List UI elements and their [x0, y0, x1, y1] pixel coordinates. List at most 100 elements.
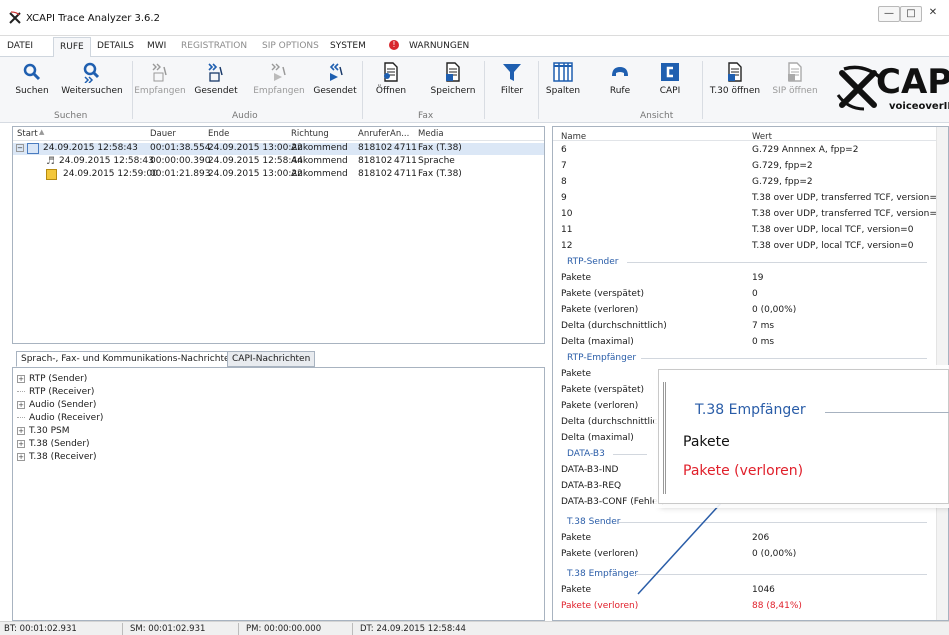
cell-dauer: 00:01:38.554 [150, 143, 211, 153]
maximize-button[interactable]: □ [900, 6, 922, 22]
tree-item[interactable]: + RTP (Sender) [17, 374, 87, 384]
column-header-an[interactable]: An... [390, 129, 409, 139]
column-header-ende[interactable]: Ende [208, 129, 229, 139]
tree-item[interactable]: + T.38 (Sender) [17, 439, 90, 449]
cell-richtung: Ankommend [291, 143, 348, 153]
t30-open-button[interactable]: T.30 öffnen [706, 61, 764, 96]
search-next-label: Weitersuchen [61, 86, 123, 96]
audio-send-play-label: Gesendet [313, 86, 357, 96]
status-separator [238, 623, 239, 635]
tree-item[interactable]: + T.38 (Receiver) [17, 452, 97, 462]
property-row: Pakete 206 [561, 533, 770, 543]
callout-pointer-line [637, 501, 723, 595]
property-row: Delta (maximal) 0 ms [561, 337, 775, 347]
fax-save-button[interactable]: Speichern [428, 61, 478, 96]
warning-icon: ! [389, 40, 399, 50]
calls-grid-header: Start ▲ Dauer Ende Richtung Anrufer An..… [13, 127, 544, 141]
capi-icon [661, 63, 679, 81]
table-row[interactable]: 24.09.2015 12:59:00 00:01:21.893 24.09.2… [13, 169, 544, 181]
audio-receive-button[interactable]: Empfangen [134, 61, 186, 96]
tab-details[interactable]: DETAILS [97, 41, 134, 51]
status-separator [122, 623, 123, 635]
property-row: 12 T.38 over UDP, local TCF, version=0 [561, 241, 914, 251]
tab-mwi[interactable]: MWI [147, 41, 166, 51]
group-data-b3: DATA-B3 [567, 449, 605, 459]
audio-send-button[interactable]: Gesendet [192, 61, 240, 96]
logo-subtext: voiceoverIP [889, 101, 949, 112]
property-row-lost-packets: Pakete (verloren) 88 (8,41%) [561, 601, 802, 611]
cell-start: 24.09.2015 12:58:43 [43, 143, 138, 153]
tab-registration[interactable]: REGISTRATION [181, 41, 247, 51]
cell-media: Sprache [418, 156, 455, 166]
capi-button[interactable]: CAPI [656, 61, 684, 96]
tree-item[interactable]: + Audio (Sender) [17, 400, 96, 410]
column-header-media[interactable]: Media [418, 129, 444, 139]
ribbon: Suchen Weitersuchen Suchen Empfangen Ges… [0, 57, 949, 123]
minimize-button[interactable]: — [878, 6, 900, 22]
cell-media: Fax (T.38) [418, 169, 462, 179]
table-row[interactable]: ♬ 24.09.2015 12:58:43 00:00:00.390 24.09… [13, 156, 544, 168]
filter-button[interactable]: Filter [494, 61, 530, 96]
calls-button[interactable]: Rufe [606, 61, 634, 96]
columns-button[interactable]: Spalten [545, 61, 581, 96]
callout-lost-packets-label: Pakete (verloren) [683, 463, 804, 479]
tab-messages[interactable]: Sprach-, Fax- und Kommunikations-Nachric… [16, 351, 241, 367]
xcapi-app-icon [9, 11, 21, 24]
search-next-button[interactable]: Weitersuchen [56, 61, 128, 96]
audio-send-play-button[interactable]: Gesendet [312, 61, 358, 96]
cell-anrufer: 818102 [358, 143, 393, 153]
close-button[interactable]: ✕ [922, 6, 944, 22]
expand-icon[interactable]: + [17, 452, 25, 461]
expand-icon[interactable]: + [17, 439, 25, 448]
group-label-ansicht: Ansicht [640, 111, 674, 121]
tab-warnungen[interactable]: WARNUNGEN [409, 41, 469, 51]
group-divider [627, 262, 927, 263]
sip-open-button[interactable]: SIP öffnen [770, 61, 820, 96]
tree-item[interactable]: RTP (Receiver) [17, 387, 94, 397]
fax-icon [46, 169, 57, 180]
ribbon-tab-bar: DATEI RUFE DETAILS MWI REGISTRATION SIP … [0, 37, 949, 58]
ribbon-separator [538, 61, 539, 119]
column-header-start[interactable]: Start [17, 129, 38, 139]
cell-an: 4711 [394, 156, 417, 166]
callout-splitter [663, 382, 666, 494]
column-header-name[interactable]: Name [561, 132, 586, 142]
audio-receive-play-button[interactable]: Empfangen [253, 61, 305, 96]
tree-item[interactable]: Audio (Receiver) [17, 413, 103, 423]
group-label-fax: Fax [418, 111, 434, 121]
play-receive-icon [271, 63, 286, 81]
collapse-toggle-icon[interactable]: − [16, 144, 24, 152]
column-header-dauer[interactable]: Dauer [150, 129, 176, 139]
t30-document-icon [728, 62, 742, 82]
columns-label: Spalten [545, 86, 581, 96]
audio-receive-icon [152, 63, 167, 82]
column-header-anrufer[interactable]: Anrufer [358, 129, 390, 139]
cell-dauer: 00:00:00.390 [150, 156, 211, 166]
tab-sip-options[interactable]: SIP OPTIONS [262, 41, 319, 51]
fax-open-label: Öffnen [375, 86, 407, 96]
tree-item[interactable]: + T.30 PSM [17, 426, 70, 436]
status-bt: BT: 00:01:02.931 [4, 624, 77, 634]
tree-connector [17, 391, 25, 392]
search-button[interactable]: Suchen [12, 61, 52, 96]
expand-icon[interactable]: + [17, 400, 25, 409]
capi-label: CAPI [659, 86, 681, 96]
property-row: 11 T.38 over UDP, local TCF, version=0 [561, 225, 914, 235]
expand-icon[interactable]: + [17, 426, 25, 435]
ribbon-separator [484, 61, 485, 119]
table-row[interactable]: − 24.09.2015 12:58:43 00:01:38.554 24.09… [13, 143, 544, 155]
cell-start: 24.09.2015 12:59:00 [63, 169, 158, 179]
tab-system[interactable]: SYSTEM [330, 41, 366, 51]
expand-icon[interactable]: + [17, 374, 25, 383]
fax-open-icon [384, 62, 398, 82]
tab-datei[interactable]: DATEI [7, 41, 33, 51]
filter-icon [503, 64, 521, 81]
tab-rufe[interactable]: RUFE [53, 37, 91, 58]
column-header-wert[interactable]: Wert [752, 132, 772, 142]
fax-open-button[interactable]: Öffnen [372, 61, 410, 96]
column-header-richtung[interactable]: Richtung [291, 129, 329, 139]
sort-arrow-icon: ▲ [39, 128, 45, 136]
tab-capi-messages[interactable]: CAPI-Nachrichten [227, 351, 316, 367]
cell-richtung: Ankommend [291, 156, 348, 166]
property-row: Pakete (verspätet) 0 [561, 289, 758, 299]
